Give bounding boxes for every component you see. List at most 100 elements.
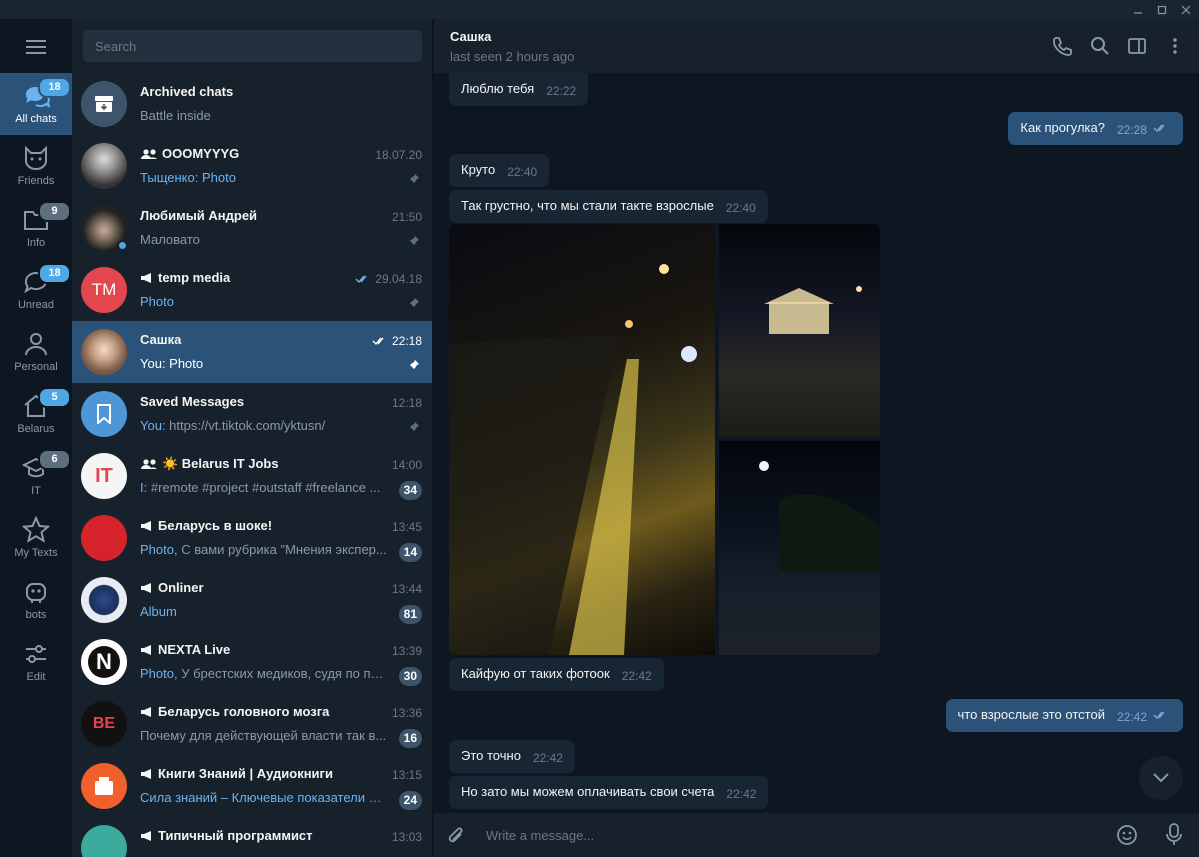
folder-info[interactable]: 9 Info [0,197,72,259]
megaphone-icon [141,272,151,283]
phone-icon[interactable] [1052,36,1072,56]
megaphone-icon [141,768,151,779]
photo-3[interactable] [719,441,880,655]
chat-time: 13:15 [391,768,422,782]
chat-preview-prefix: Album [140,604,177,619]
chat-name: Onliner [158,580,204,595]
chat-name: Saved Messages [140,394,245,409]
avatar [81,825,127,857]
chat-row-selected[interactable]: Сашка 22:18 You: Photo [72,321,432,383]
folder-unread[interactable]: 18 Unread [0,259,72,321]
chat-row[interactable]: Беларусь в шоке! 13:45 Photo, С вами руб… [72,507,432,569]
photo-1[interactable] [449,224,715,655]
sidebar-toggle-icon[interactable] [1127,36,1147,56]
chat-row[interactable]: Типичный программист 13:03 [72,817,432,857]
chat-name-wrap: Беларусь головного мозга [140,704,329,719]
folder-my-texts[interactable]: My Texts [0,507,72,569]
message-incoming[interactable]: Кайфую от таких фотоок 22:42 [449,658,664,691]
folder-label: Info [26,237,46,249]
chat-time: 21:50 [391,210,422,224]
window-titlebar [0,0,1199,19]
chat-status: last seen 2 hours ago [450,49,575,64]
folder-badge: 18 [38,77,71,98]
message-input[interactable]: Write a message... [486,828,594,843]
chat-row[interactable]: N NEXTA Live 13:39 Photo, У брестских ме… [72,631,432,693]
chat-time: 18.07.20 [375,148,422,162]
attach-icon[interactable] [446,825,466,847]
chat-time: 22:18 [391,334,422,348]
scroll-down-button[interactable] [1139,756,1183,800]
chat-time: 13:44 [391,582,422,596]
folder-belarus[interactable]: 5 Belarus [0,383,72,445]
menu-icon[interactable] [26,40,46,59]
chat-name: Сашка [140,332,182,347]
close-icon[interactable] [1175,0,1197,19]
chat-row[interactable]: TM temp media 29.04.18 Photo [72,259,432,321]
message-text: Но зато мы можем оплачивать свои счета [461,784,715,799]
unread-badge: 34 [398,481,422,500]
chat-preview-prefix: Photo [140,294,174,309]
message-outgoing[interactable]: Как прогулка? 22:28 [1008,112,1183,145]
message-incoming[interactable]: Так грустно, что мы стали такте взрослые… [449,190,768,223]
folder-it[interactable]: 6 IT [0,445,72,507]
chat-row-archived[interactable]: Archived chats Battle inside [72,73,432,135]
folder-friends[interactable]: Friends [0,135,72,197]
chat-time: 12:18 [391,396,422,410]
message-incoming[interactable]: Но зато мы можем оплачивать свои счета 22… [449,776,769,809]
megaphone-icon [141,830,151,841]
chat-name: Archived chats [140,84,234,99]
folder-all-chats[interactable]: 18 All chats [0,73,72,135]
chat-preview: I: #remote #project #outstaff #freelance… [140,480,388,495]
chat-name-wrap: Типичный программист [140,828,313,843]
chat-row[interactable]: BE Беларусь головного мозга 13:36 Почему… [72,693,432,755]
folder-edit[interactable]: Edit [0,631,72,693]
photo-album[interactable] [449,224,880,655]
folder-label: My Texts [14,547,58,559]
chat-row[interactable]: Onliner 13:44 Album 81 [72,569,432,631]
message-time: 22:40 [507,165,538,179]
chat-preview: Battle inside [140,108,211,123]
message-incoming[interactable]: Это точно 22:42 [449,740,575,773]
message-outgoing[interactable]: что взрослые это отстой 22:42 [945,699,1183,732]
pin-icon [409,236,419,246]
message-text: Как прогулка? [1020,120,1105,135]
chat-name: OOOMYYYG [162,146,240,161]
message-incoming[interactable]: Круто 22:40 [449,154,550,187]
pin-icon [409,298,419,308]
avatar-it-logo: IT [81,453,127,499]
microphone-icon[interactable] [1165,823,1183,847]
photo-2[interactable] [719,224,880,437]
chat-row[interactable]: Любимый Андрей 21:50 Маловато [72,197,432,259]
chat-preview-prefix: Тыщенко: Photo [140,170,236,185]
more-vertical-icon[interactable] [1165,36,1185,56]
folder-label: bots [25,609,47,621]
search-icon[interactable] [1090,36,1110,56]
folder-badge: 5 [38,387,71,408]
chat-name-wrap: NEXTA Live [140,642,230,657]
unread-badge: 24 [398,791,422,810]
message-time: 22:22 [546,84,577,98]
message-area: Люблю тебя 22:22 Как прогулка? 22:28 Круто… [434,73,1199,813]
maximize-icon[interactable] [1151,0,1173,19]
message-time: 22:42 [532,751,563,765]
chat-row[interactable]: OOOMYYYG 18.07.20 Тыщенко: Photo [72,135,432,197]
chat-title[interactable]: Сашка [450,29,491,44]
unread-badge: 81 [398,605,422,624]
chat-name-wrap: Беларусь в шоке! [140,518,272,533]
folder-bots[interactable]: bots [0,569,72,631]
folder-personal[interactable]: Personal [0,321,72,383]
chat-row[interactable]: Saved Messages 12:18 You: https://vt.tik… [72,383,432,445]
megaphone-icon [141,644,151,655]
chevron-down-icon [1153,773,1169,783]
chat-row[interactable]: IT ☀️ Belarus IT Jobs 14:00 I: #remote #… [72,445,432,507]
emoji-icon[interactable] [1116,824,1138,846]
message-text: Люблю тебя [461,81,535,96]
search-input[interactable]: Search [83,30,422,62]
chat-preview: Сила знаний – Ключевые показатели м... [140,790,388,805]
minimize-icon[interactable] [1127,0,1149,19]
megaphone-icon [141,582,151,593]
message-incoming[interactable]: Люблю тебя 22:22 [449,73,589,106]
sliders-icon [26,645,46,663]
chat-name: temp media [158,270,231,285]
chat-row[interactable]: Книги Знаний | Аудиокниги 13:15 Сила зна… [72,755,432,817]
